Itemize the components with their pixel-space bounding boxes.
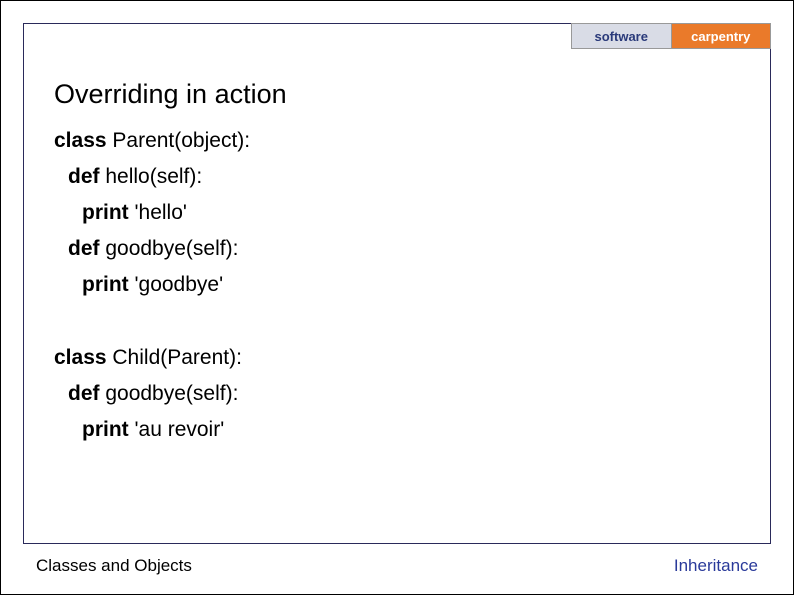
code-gap xyxy=(54,304,250,340)
code-text: 'goodbye' xyxy=(135,273,224,296)
code-text: 'hello' xyxy=(135,201,187,224)
code-line: print 'au revoir' xyxy=(54,412,250,448)
keyword-class: class xyxy=(54,346,112,369)
code-text: goodbye(self): xyxy=(105,237,238,260)
code-line: class Child(Parent): xyxy=(54,340,250,376)
slide-title: Overriding in action xyxy=(54,79,287,110)
code-text: Parent(object): xyxy=(112,129,250,152)
code-text: goodbye(self): xyxy=(105,382,238,405)
logo-left-text: software xyxy=(572,24,672,48)
code-text: hello(self): xyxy=(105,165,202,188)
keyword-print: print xyxy=(82,418,135,441)
code-line: def hello(self): xyxy=(54,159,250,195)
keyword-def: def xyxy=(68,165,105,188)
code-line: class Parent(object): xyxy=(54,123,250,159)
code-line: def goodbye(self): xyxy=(54,231,250,267)
code-line: print 'goodbye' xyxy=(54,267,250,303)
software-carpentry-logo: software carpentry xyxy=(571,23,771,49)
keyword-def: def xyxy=(68,237,105,260)
code-line: def goodbye(self): xyxy=(54,376,250,412)
keyword-class: class xyxy=(54,129,112,152)
logo-right-text: carpentry xyxy=(672,24,771,48)
slide: software carpentry Overriding in action … xyxy=(0,0,794,595)
code-line: print 'hello' xyxy=(54,195,250,231)
keyword-print: print xyxy=(82,273,135,296)
footer-left: Classes and Objects xyxy=(36,556,192,576)
keyword-def: def xyxy=(68,382,105,405)
code-text: 'au revoir' xyxy=(135,418,225,441)
keyword-print: print xyxy=(82,201,135,224)
code-text: Child(Parent): xyxy=(112,346,242,369)
code-block: class Parent(object): def hello(self): p… xyxy=(54,123,250,448)
footer-right: Inheritance xyxy=(674,556,758,576)
